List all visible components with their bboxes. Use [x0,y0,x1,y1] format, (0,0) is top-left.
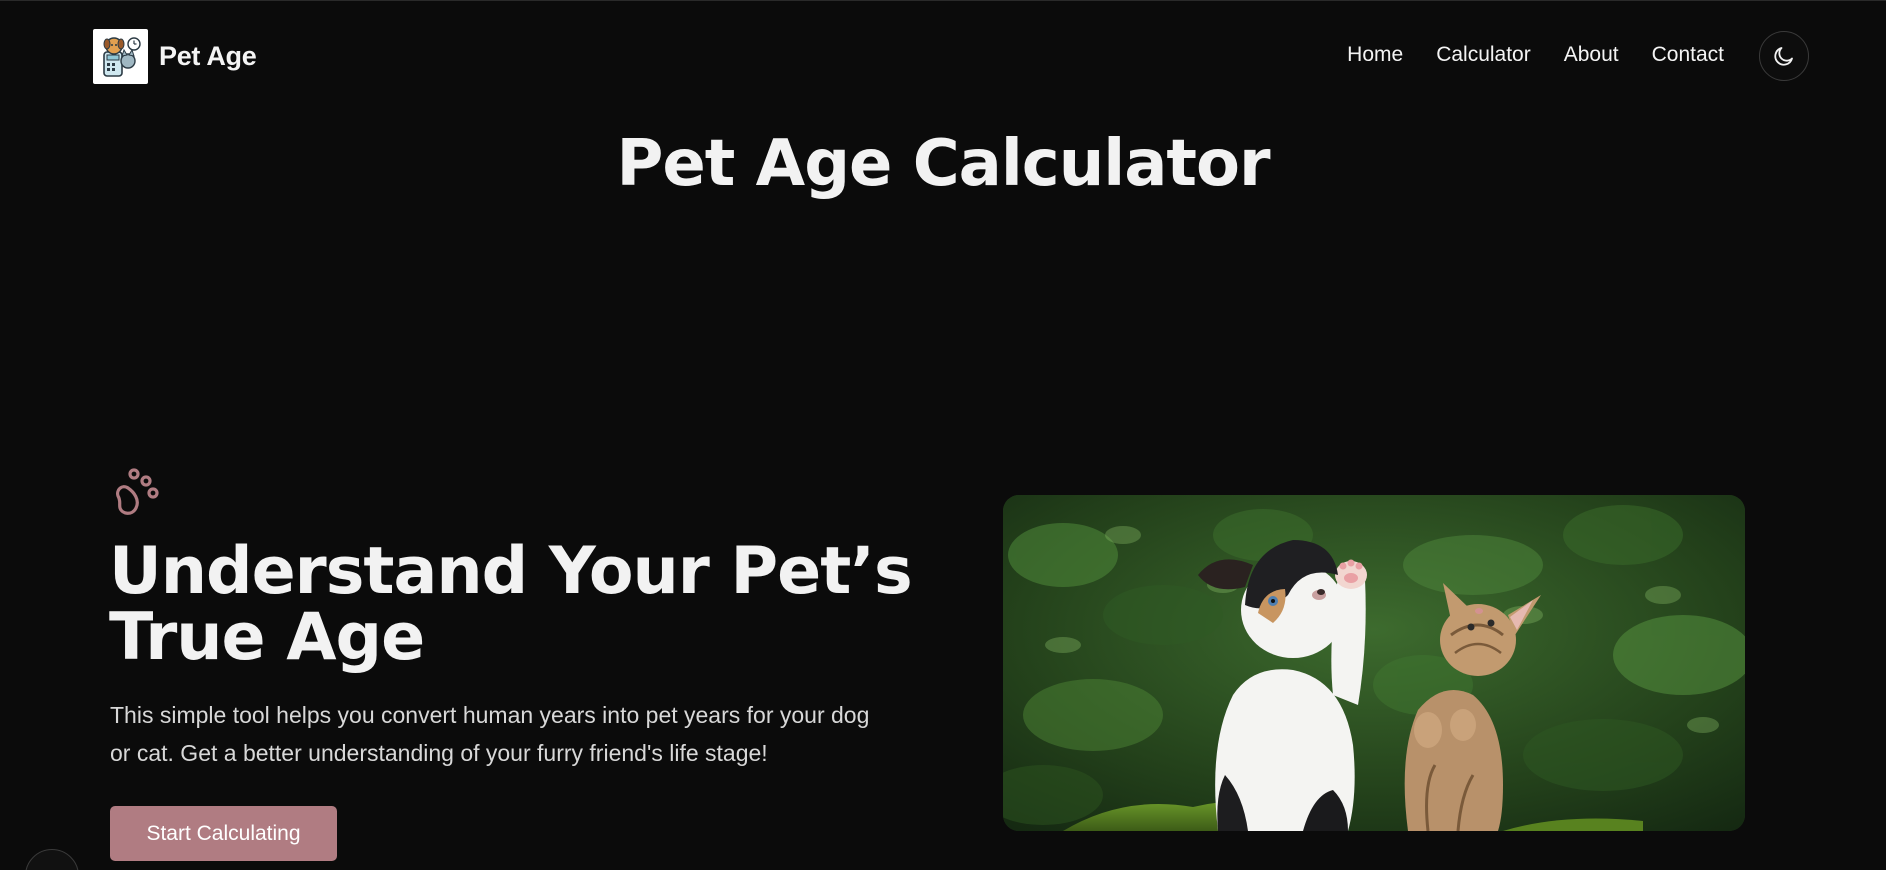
pet-calculator-logo-icon [93,29,148,84]
navbar: Pet Age Home Calculator About Contact [0,1,1886,113]
nav-calculator-link[interactable]: Calculator [1436,43,1531,67]
paw-icon [116,468,159,515]
main-nav: Home Calculator About Contact [1347,43,1724,67]
start-calculating-button[interactable]: Start Calculating [110,806,337,861]
brand-name: Pet Age [159,41,257,71]
puppy-and-kitten-photo [1003,495,1745,831]
nav-about-link[interactable]: About [1564,43,1619,67]
nav-home-link[interactable]: Home [1347,43,1403,67]
floating-action-button[interactable] [25,849,79,870]
hero-heading: Understand Your Pet’s True Age [109,534,913,675]
brand-link[interactable]: Pet Age [93,29,257,84]
page: Pet Age Home Calculator About Contact Pe… [0,0,1886,870]
page-title: Pet Age Calculator [616,127,1270,201]
moon-icon [1774,47,1793,66]
hero-description: This simple tool helps you convert human… [110,702,870,766]
nav-contact-link[interactable]: Contact [1652,43,1724,67]
theme-toggle-button[interactable] [1759,31,1809,81]
